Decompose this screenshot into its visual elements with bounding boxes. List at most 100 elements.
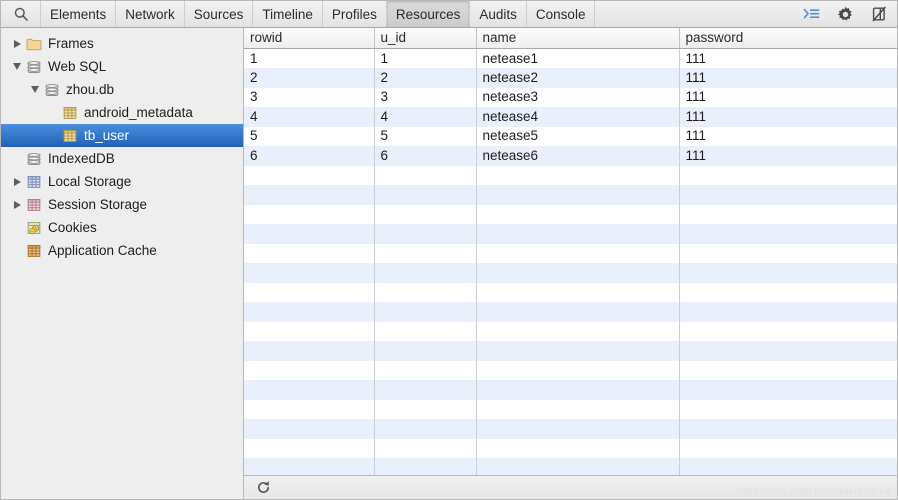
sidebar-item-label: Frames (48, 35, 94, 51)
cell-password[interactable]: 111 (679, 87, 897, 107)
refresh-button[interactable] (254, 479, 272, 497)
tab-timeline[interactable]: Timeline (253, 1, 323, 27)
cell-empty (374, 399, 477, 419)
cell-password[interactable]: 111 (679, 146, 897, 166)
cell-name[interactable]: netease5 (476, 126, 680, 146)
column-header-rowid[interactable]: rowid (244, 28, 375, 49)
appcache-icon (27, 244, 41, 257)
cell-empty (476, 204, 680, 224)
table-row[interactable]: 4 4 netease4 111 (244, 107, 897, 127)
table-row[interactable]: 3 3 netease3 111 (244, 87, 897, 107)
cell-empty (476, 438, 680, 458)
cell-rowid[interactable]: 6 (244, 146, 375, 166)
cell-password[interactable]: 111 (679, 48, 897, 68)
cell-empty (244, 399, 375, 419)
console-drawer-button[interactable] (801, 4, 821, 24)
table-row-empty (244, 165, 897, 185)
cell-u_id[interactable]: 2 (374, 68, 477, 88)
table-row-empty (244, 341, 897, 361)
dock-disabled-button[interactable] (869, 4, 889, 24)
cell-name[interactable]: netease2 (476, 68, 680, 88)
cell-name[interactable]: netease4 (476, 107, 680, 127)
cell-rowid[interactable]: 3 (244, 87, 375, 107)
sidebar-item-cookies[interactable]: Cookies (1, 216, 243, 239)
table-icon (63, 106, 77, 119)
sidebar-item-web-sql[interactable]: Web SQL (1, 55, 243, 78)
cell-empty (374, 360, 477, 380)
tab-audits[interactable]: Audits (470, 1, 527, 27)
chevron-down-icon[interactable] (27, 86, 43, 93)
cell-name[interactable]: netease6 (476, 146, 680, 166)
cell-empty (476, 458, 680, 475)
cell-u_id[interactable]: 4 (374, 107, 477, 127)
column-header-u_id[interactable]: u_id (374, 28, 477, 49)
table-row-empty (244, 263, 897, 283)
search-button[interactable] (1, 1, 41, 27)
cell-empty (374, 282, 477, 302)
data-grid-scroll[interactable]: rowid u_id name password 1 1 netease1 111 2 2 net… (244, 28, 897, 475)
cell-empty (374, 224, 477, 244)
cell-u_id[interactable]: 5 (374, 126, 477, 146)
sidebar-item-frames[interactable]: Frames (1, 32, 243, 55)
cell-rowid[interactable]: 1 (244, 48, 375, 68)
cell-empty (244, 360, 375, 380)
tab-profiles[interactable]: Profiles (323, 1, 387, 27)
cell-name[interactable]: netease3 (476, 87, 680, 107)
tab-network[interactable]: Network (116, 1, 185, 27)
cell-empty (374, 165, 477, 185)
cell-u_id[interactable]: 1 (374, 48, 477, 68)
console-drawer-icon (803, 8, 819, 19)
cell-rowid[interactable]: 4 (244, 107, 375, 127)
cell-rowid[interactable]: 5 (244, 126, 375, 146)
cell-empty (476, 185, 680, 205)
chevron-right-icon[interactable] (9, 39, 25, 48)
table-row-empty (244, 282, 897, 302)
column-header-password[interactable]: password (679, 28, 897, 49)
sidebar-item-label: Web SQL (48, 58, 107, 74)
table-icon (63, 129, 77, 142)
cell-u_id[interactable]: 6 (374, 146, 477, 166)
sidebar-item-application-cache[interactable]: Application Cache (1, 239, 243, 262)
settings-button[interactable] (835, 4, 855, 24)
database-icon (27, 152, 41, 165)
cell-empty (679, 263, 897, 283)
sidebar-item-zhou-db[interactable]: zhou.db (1, 78, 243, 101)
resources-sidebar[interactable]: Frames Web SQL zhou.db android_metadata tb_u… (1, 28, 244, 499)
sidebar-item-label: Cookies (48, 219, 97, 235)
sidebar-item-session-storage[interactable]: Session Storage (1, 193, 243, 216)
sidebar-item-local-storage[interactable]: Local Storage (1, 170, 243, 193)
cell-password[interactable]: 111 (679, 68, 897, 88)
table-row[interactable]: 2 2 netease2 111 (244, 68, 897, 88)
table-row[interactable]: 1 1 netease1 111 (244, 48, 897, 68)
cell-empty (374, 185, 477, 205)
sidebar-item-tb-user[interactable]: tb_user (1, 124, 243, 147)
table-row-empty (244, 224, 897, 244)
cell-empty (244, 185, 375, 205)
cell-password[interactable]: 111 (679, 107, 897, 127)
table-row[interactable]: 6 6 netease6 111 (244, 146, 897, 166)
sidebar-item-label: android_metadata (84, 104, 193, 120)
cell-empty (244, 243, 375, 263)
table-row[interactable]: 5 5 netease5 111 (244, 126, 897, 146)
tab-elements[interactable]: Elements (41, 1, 117, 27)
cell-password[interactable]: 111 (679, 126, 897, 146)
sidebar-item-android-metadata[interactable]: android_metadata (1, 101, 243, 124)
gear-icon (837, 6, 852, 21)
data-grid-header-row: rowid u_id name password (244, 28, 897, 49)
storage-blue-icon-wrap (25, 174, 43, 190)
tab-sources[interactable]: Sources (185, 1, 254, 27)
chevron-right-icon[interactable] (9, 200, 25, 209)
cell-name[interactable]: netease1 (476, 48, 680, 68)
toolbar-right-icons (801, 1, 897, 27)
tab-console[interactable]: Console (527, 1, 596, 27)
table-row-empty (244, 360, 897, 380)
sidebar-item-indexeddb[interactable]: IndexedDB (1, 147, 243, 170)
chevron-down-icon[interactable] (9, 63, 25, 70)
cell-empty (679, 282, 897, 302)
chevron-right-icon[interactable] (9, 177, 25, 186)
tab-resources[interactable]: Resources (386, 1, 471, 27)
table-row-empty (244, 321, 897, 341)
cell-rowid[interactable]: 2 (244, 68, 375, 88)
column-header-name[interactable]: name (476, 28, 680, 49)
cell-u_id[interactable]: 3 (374, 87, 477, 107)
